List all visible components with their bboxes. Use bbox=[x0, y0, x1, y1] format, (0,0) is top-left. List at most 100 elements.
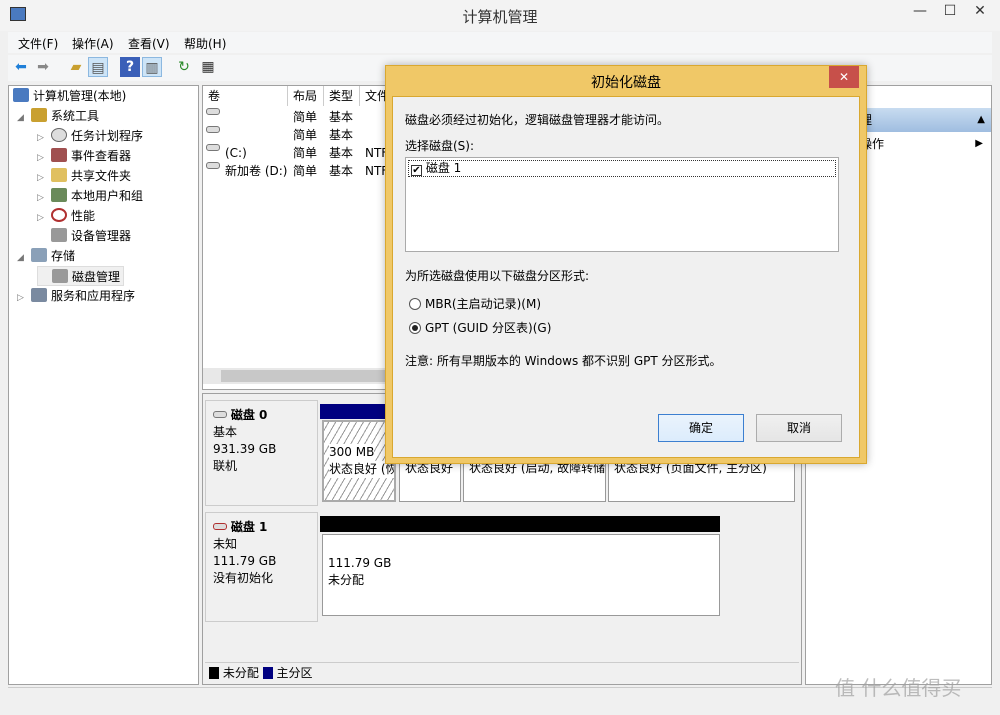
disk-name: 磁盘 1 bbox=[230, 520, 268, 534]
tree-item-performance[interactable]: ▷ 性能 bbox=[37, 206, 95, 226]
column-header-layout[interactable]: 布局 bbox=[288, 86, 324, 106]
refresh-icon[interactable]: ↻ bbox=[174, 57, 194, 77]
disk-checkbox[interactable]: ✔ bbox=[411, 165, 422, 176]
dialog-message: 磁盘必须经过初始化，逻辑磁盘管理器才能访问。 bbox=[405, 113, 670, 127]
tree-item-system-tools[interactable]: ◢ 系统工具 bbox=[17, 106, 99, 126]
collapsed-icon[interactable]: ▷ bbox=[37, 148, 51, 168]
expanded-icon[interactable]: ◢ bbox=[17, 108, 31, 128]
tree-item-services[interactable]: ▷ 服务和应用程序 bbox=[17, 286, 135, 306]
volume-layout: 简单 bbox=[293, 164, 318, 178]
disk-error-icon bbox=[213, 523, 227, 530]
tree-label: 性能 bbox=[71, 209, 96, 223]
minimize-button[interactable]: — bbox=[905, 0, 935, 24]
watermark: 值 什么值得买 bbox=[835, 676, 962, 700]
mbr-label: MBR(主启动记录)(M) bbox=[425, 297, 542, 311]
volume-row[interactable]: 简单 基本 bbox=[203, 108, 403, 126]
collapsed-icon[interactable]: ▷ bbox=[37, 208, 51, 228]
disk-size: 931.39 GB bbox=[213, 442, 277, 456]
dialog-note: 注意: 所有早期版本的 Windows 都不识别 GPT 分区形式。 bbox=[405, 354, 722, 368]
title-bar: 计算机管理 — ☐ ✕ bbox=[0, 0, 1000, 31]
disk-status: 联机 bbox=[213, 459, 238, 473]
tree-label: 事件查看器 bbox=[71, 149, 132, 163]
disk-list[interactable]: ✔ 磁盘 1 bbox=[405, 157, 839, 252]
device-manager-icon bbox=[51, 228, 67, 242]
collapsed-icon[interactable]: ▷ bbox=[37, 188, 51, 208]
menu-file[interactable]: 文件(F) bbox=[18, 35, 58, 52]
partition-style-label: 为所选磁盘使用以下磁盘分区形式: bbox=[405, 269, 590, 283]
event-log-icon bbox=[51, 148, 67, 162]
properties-icon[interactable]: ▦ bbox=[198, 57, 218, 77]
legend: 未分配 主分区 bbox=[205, 662, 799, 682]
tree-label: 系统工具 bbox=[51, 109, 100, 123]
volume-name: 新加卷 (D:) bbox=[225, 164, 288, 178]
dialog-title: 初始化磁盘 bbox=[591, 75, 661, 91]
disk-0-label[interactable]: 磁盘 0 基本 931.39 GB 联机 bbox=[205, 400, 318, 506]
collapse-icon[interactable]: ▲ bbox=[977, 108, 985, 132]
clock-icon bbox=[51, 128, 67, 142]
legend-unallocated: 未分配 bbox=[222, 666, 259, 680]
select-disk-label: 选择磁盘(S): bbox=[405, 139, 475, 153]
partition-size: 300 MB bbox=[329, 444, 375, 461]
tree-item-disk-management[interactable]: 磁盘管理 bbox=[37, 266, 125, 286]
tree-label: 设备管理器 bbox=[71, 229, 132, 243]
close-button[interactable]: ✕ bbox=[965, 0, 995, 24]
up-folder-icon[interactable]: ▰ bbox=[66, 57, 86, 77]
disk-1-bar bbox=[320, 516, 720, 532]
disk-item-label: 磁盘 1 bbox=[425, 161, 462, 175]
volume-type: 基本 bbox=[329, 128, 354, 142]
cancel-button[interactable]: 取消 bbox=[756, 414, 842, 442]
tree-label: 服务和应用程序 bbox=[51, 289, 136, 303]
tree-label: 任务计划程序 bbox=[71, 129, 144, 143]
tree-item-event-viewer[interactable]: ▷ 事件查看器 bbox=[37, 146, 131, 166]
gpt-radio[interactable] bbox=[409, 322, 421, 334]
services-icon bbox=[31, 288, 47, 302]
disk-list-item[interactable]: ✔ 磁盘 1 bbox=[408, 160, 836, 177]
collapsed-icon[interactable]: ▷ bbox=[17, 288, 31, 308]
tree-item-storage[interactable]: ◢ 存储 bbox=[17, 246, 75, 266]
legend-primary: 主分区 bbox=[276, 666, 313, 680]
maximize-button[interactable]: ☐ bbox=[935, 0, 965, 24]
mbr-option[interactable]: MBR(主启动记录)(M) bbox=[409, 295, 541, 312]
show-hide-action-icon[interactable]: ▥ bbox=[142, 57, 162, 77]
menu-help[interactable]: 帮助(H) bbox=[184, 35, 226, 52]
forward-icon[interactable]: ➡ bbox=[33, 57, 53, 77]
mbr-radio[interactable] bbox=[409, 298, 421, 310]
tree-item-local-users[interactable]: ▷ 本地用户和组 bbox=[37, 186, 143, 206]
tree-label: 本地用户和组 bbox=[71, 189, 144, 203]
legend-swatch-unallocated bbox=[209, 667, 219, 679]
help-icon[interactable]: ? bbox=[120, 57, 140, 77]
disk-status: 没有初始化 bbox=[213, 571, 274, 585]
tree-item-task-scheduler[interactable]: ▷ 任务计划程序 bbox=[37, 126, 143, 146]
navigation-tree: 计算机管理(本地) ◢ 系统工具 ▷ 任务计划程序 ▷ 事件查看器 ▷ 共享文件夹 ▷ 本… bbox=[8, 85, 199, 685]
tree-root[interactable]: 计算机管理(本地) bbox=[13, 86, 126, 106]
collapsed-icon[interactable]: ▷ bbox=[37, 128, 51, 148]
volume-layout: 简单 bbox=[293, 128, 318, 142]
disk-1-label[interactable]: 磁盘 1 未知 111.79 GB 没有初始化 bbox=[205, 512, 318, 622]
disk-icon bbox=[213, 411, 227, 418]
disk-type: 基本 bbox=[213, 425, 238, 439]
menu-action[interactable]: 操作(A) bbox=[72, 35, 114, 52]
dialog-close-button[interactable]: ✕ bbox=[829, 66, 859, 88]
ok-button[interactable]: 确定 bbox=[658, 414, 744, 442]
volume-row[interactable]: 新加卷 (D:) 简单 基本 NTF bbox=[203, 162, 403, 180]
volume-row[interactable]: (C:) 简单 基本 NTF bbox=[203, 144, 403, 162]
volume-row[interactable]: 简单 基本 bbox=[203, 126, 403, 144]
volume-type: 基本 bbox=[329, 146, 354, 160]
users-icon bbox=[51, 188, 67, 202]
gpt-option[interactable]: GPT (GUID 分区表)(G) bbox=[409, 319, 551, 336]
back-icon[interactable]: ⬅ bbox=[11, 57, 31, 77]
expanded-icon[interactable]: ◢ bbox=[17, 248, 31, 268]
partition-unallocated[interactable]: 111.79 GB 未分配 bbox=[322, 534, 720, 616]
disk-management-icon bbox=[52, 269, 68, 283]
show-hide-tree-icon[interactable]: ▤ bbox=[88, 57, 108, 77]
partition-size: 111.79 GB bbox=[328, 556, 392, 570]
menu-view[interactable]: 查看(V) bbox=[128, 35, 170, 52]
computer-icon bbox=[13, 88, 29, 102]
column-header-volume[interactable]: 卷 bbox=[203, 86, 288, 106]
tree-item-shared-folders[interactable]: ▷ 共享文件夹 bbox=[37, 166, 131, 186]
menu-bar: 文件(F) 操作(A) 查看(V) 帮助(H) bbox=[8, 32, 992, 53]
tree-item-device-manager[interactable]: 设备管理器 bbox=[37, 226, 131, 246]
collapsed-icon[interactable]: ▷ bbox=[37, 168, 51, 188]
column-header-type[interactable]: 类型 bbox=[324, 86, 360, 106]
volume-layout: 简单 bbox=[293, 146, 318, 160]
